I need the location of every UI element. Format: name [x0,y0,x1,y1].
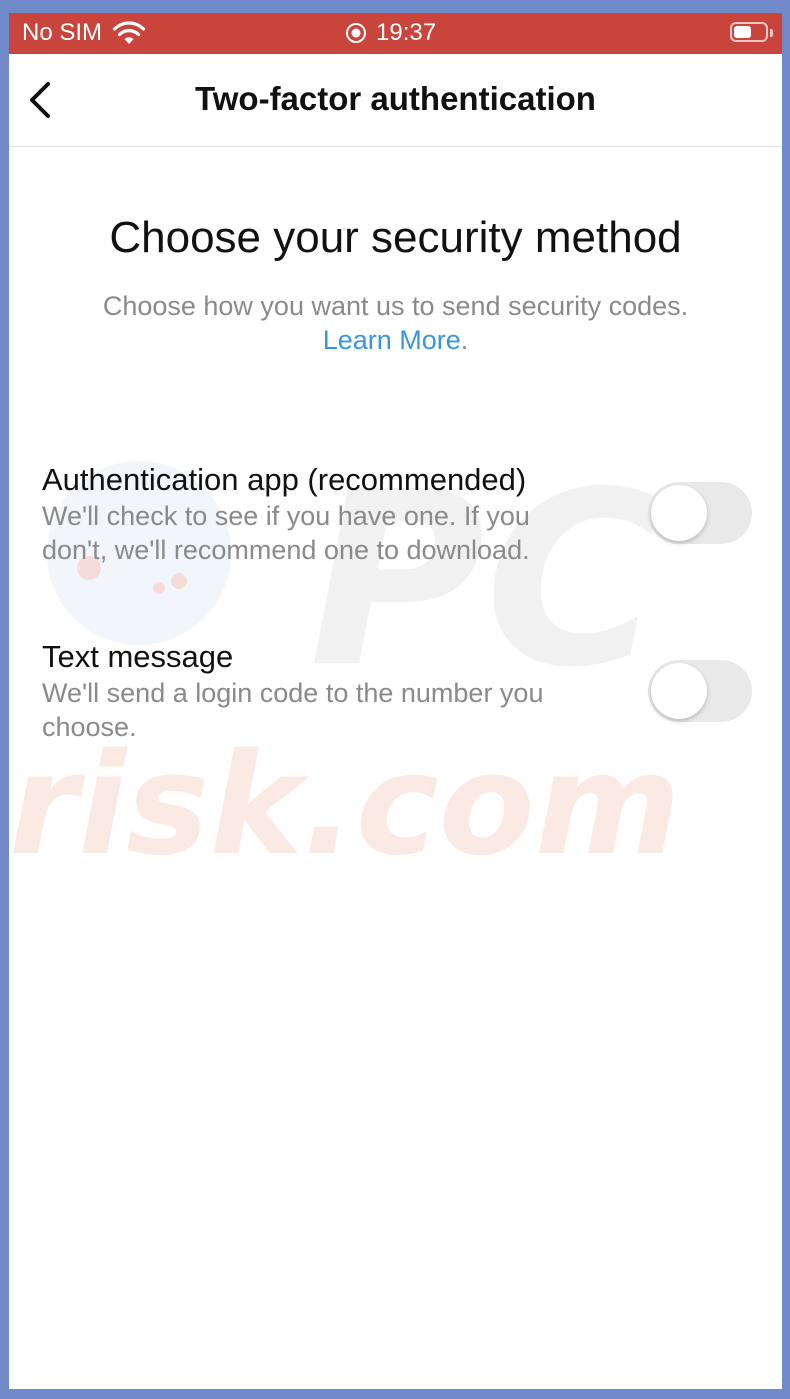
toggle-knob [651,663,707,719]
learn-more-suffix: . [460,325,469,355]
carrier-label: No SIM [22,19,103,46]
wifi-icon [112,21,146,44]
watermark-risk-text: risk.com [9,724,681,873]
page-title: Two-factor authentication [195,80,596,117]
phone-screen: No SIM 19:37 Two-factor authentication P… [9,13,782,1389]
text-message-toggle[interactable] [648,660,752,722]
battery-icon [730,22,768,42]
battery-nub [770,29,773,37]
toggle-knob [651,485,707,541]
authentication-app-toggle[interactable] [648,482,752,544]
status-bar: No SIM 19:37 [9,13,782,54]
navigation-bar: Two-factor authentication [9,54,782,147]
status-center: 19:37 [345,19,436,47]
option-description: We'll check to see if you have one. If y… [42,501,530,565]
option-description: We'll send a login code to the number yo… [42,678,544,742]
battery-level [734,26,751,38]
section-subtext: Choose how you want us to send security … [39,289,752,357]
option-text-message: Text message We'll send a login code to … [42,638,752,744]
option-title: Authentication app (recommended) [42,462,527,497]
section-heading: Choose your security method [109,213,682,262]
learn-more-link[interactable]: Learn More [323,325,461,355]
screen-recording-icon [346,23,366,43]
status-time: 19:37 [376,19,437,46]
status-left: No SIM [22,19,146,47]
option-title: Text message [42,639,234,674]
subtext-body: Choose how you want us to send security … [102,291,689,321]
option-authentication-app: Authentication app (recommended) We'll c… [42,461,752,567]
